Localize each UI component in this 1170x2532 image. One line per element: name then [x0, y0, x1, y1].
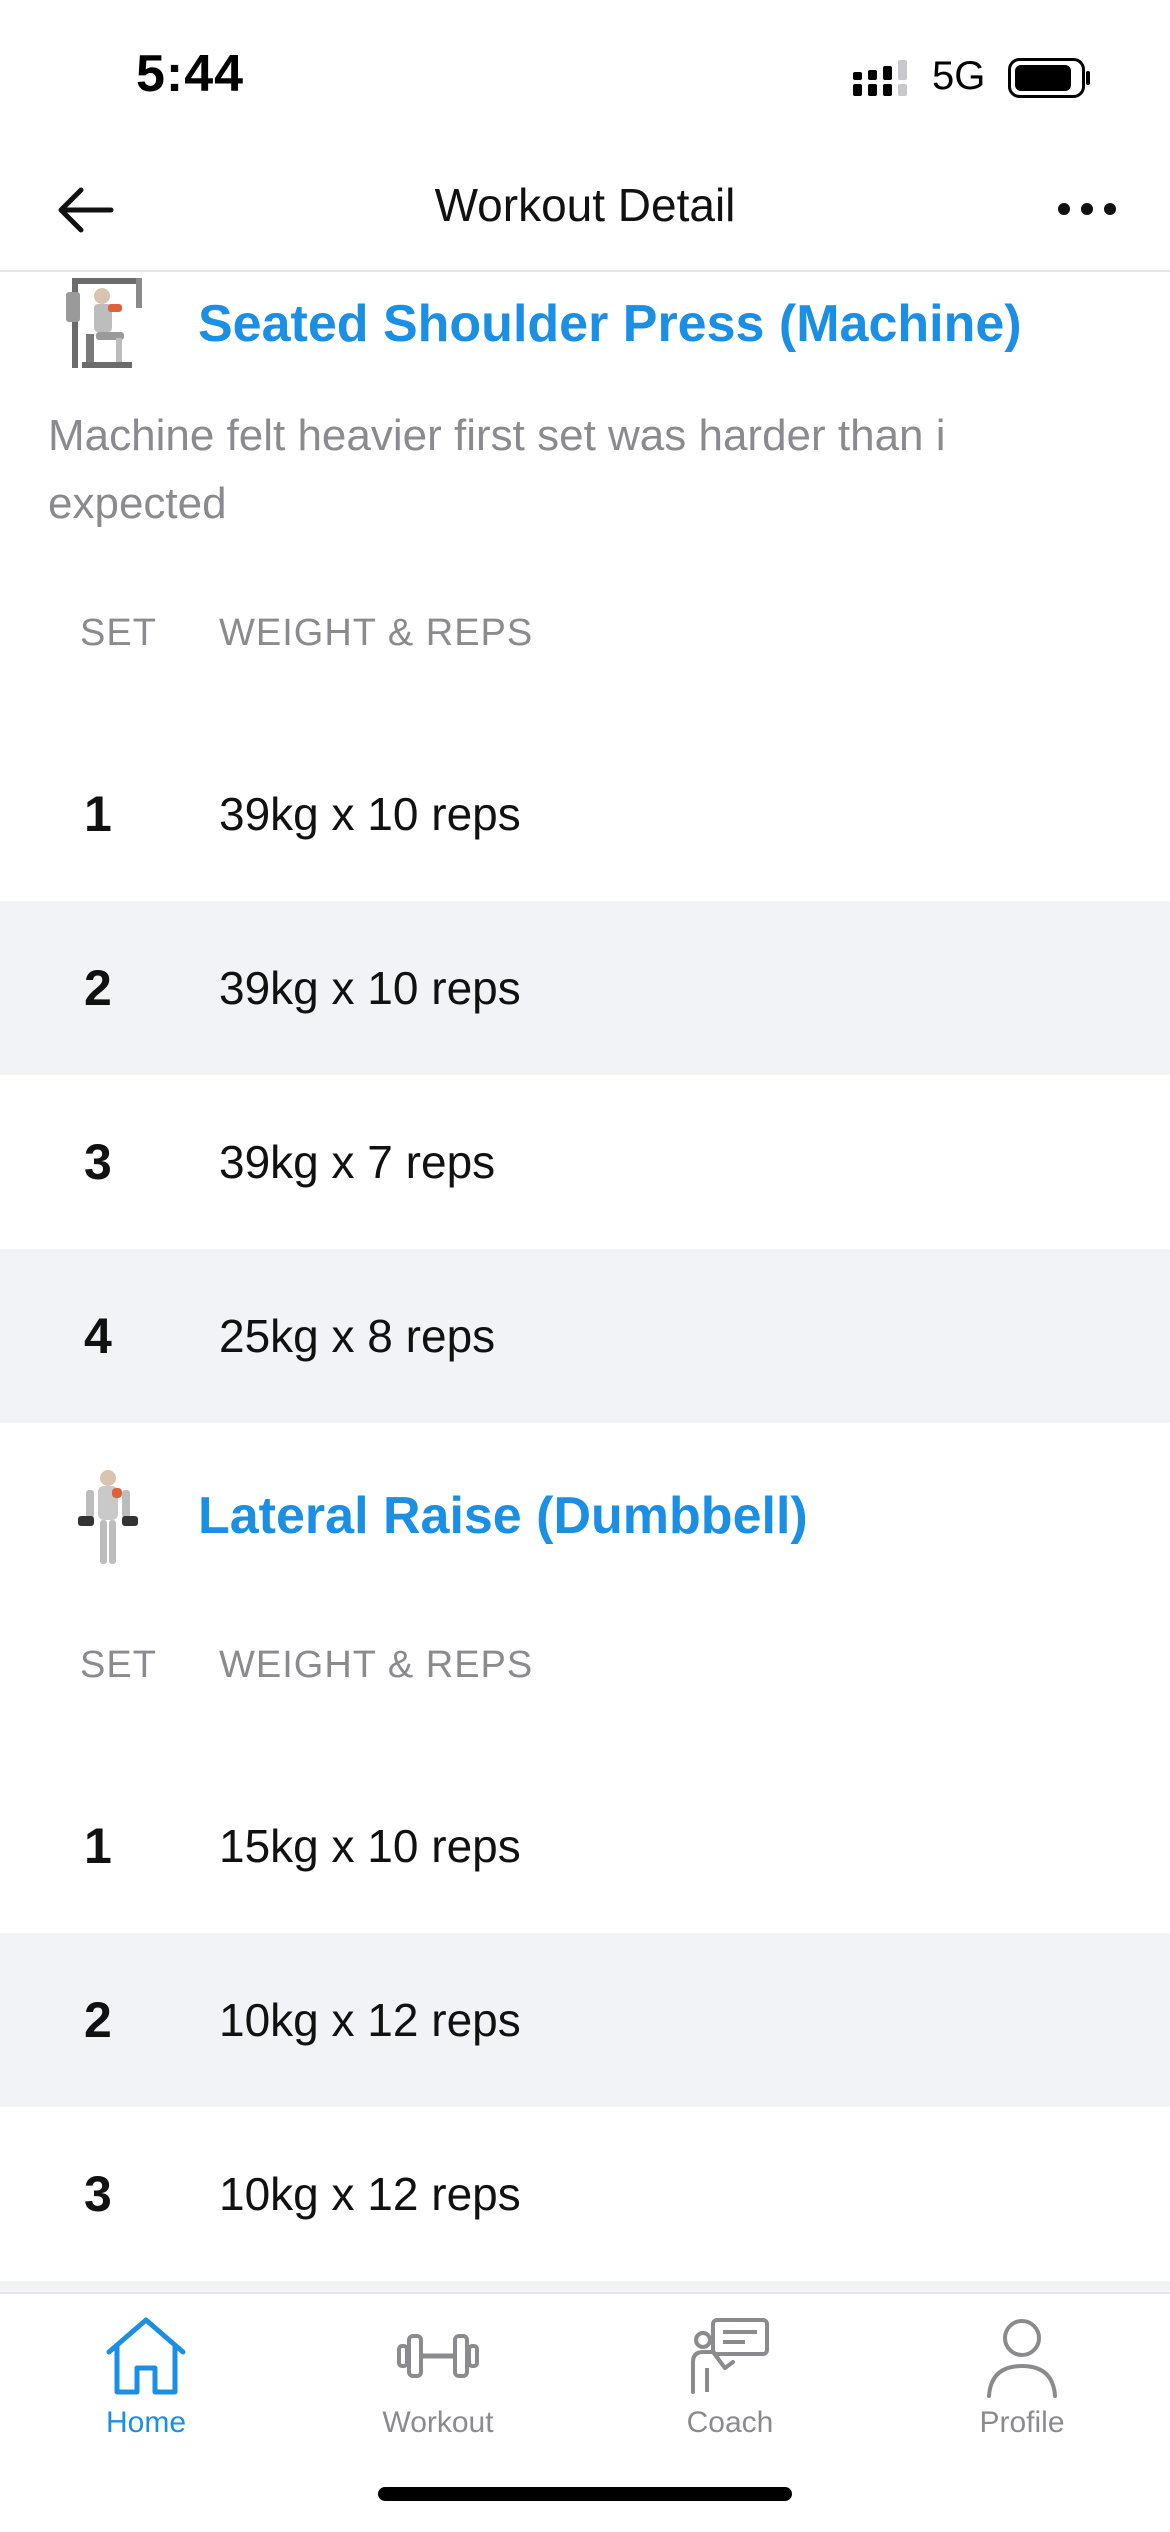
ellipsis-icon — [1058, 203, 1116, 215]
home-icon — [106, 2317, 186, 2395]
lateral-raise-dumbbell-icon — [78, 1470, 138, 1564]
more-options-button[interactable] — [1050, 184, 1124, 234]
set-number: 3 — [84, 2166, 112, 2222]
workout-content[interactable]: Seated Shoulder Press (Machine) Machine … — [0, 272, 1170, 2292]
tab-coach-label: Coach — [686, 2406, 774, 2439]
set-number: 2 — [84, 960, 112, 1016]
set-row: 4 25kg x 8 reps — [0, 1249, 1170, 1423]
set-row: 2 39kg x 10 reps — [0, 901, 1170, 1075]
set-column-headers: SET WEIGHT & REPS — [0, 1644, 1170, 1704]
exercise-title[interactable]: Seated Shoulder Press (Machine) — [198, 294, 1022, 354]
network-label: 5G — [932, 54, 986, 98]
dumbbell-icon — [397, 2334, 479, 2378]
shoulder-press-machine-icon — [66, 278, 142, 368]
tab-profile[interactable]: Profile — [922, 2312, 1122, 2452]
exercise-header[interactable]: Seated Shoulder Press (Machine) — [0, 272, 1170, 382]
set-number: 1 — [84, 786, 112, 842]
set-number: 1 — [84, 1818, 112, 1874]
status-bar: 5:44 5G — [0, 0, 1170, 150]
tab-workout-label: Workout — [382, 2406, 494, 2439]
set-column-header: SET — [80, 612, 157, 654]
exercise-note: Machine felt heavier first set was harde… — [48, 411, 946, 528]
set-column-header: SET — [80, 1644, 157, 1686]
weight-reps-column-header: WEIGHT & REPS — [219, 612, 534, 654]
set-weight-reps: 25kg x 8 reps — [219, 1310, 496, 1362]
tab-workout[interactable]: Workout — [338, 2312, 538, 2452]
tab-home-label: Home — [105, 2406, 187, 2439]
set-weight-reps: 39kg x 10 reps — [219, 962, 521, 1014]
page-title: Workout Detail — [434, 179, 736, 231]
coach-icon — [691, 2318, 769, 2394]
person-icon — [987, 2319, 1057, 2398]
set-weight-reps: 10kg x 12 reps — [219, 2168, 521, 2220]
set-number: 3 — [84, 1134, 112, 1190]
set-row: 3 39kg x 7 reps — [0, 1075, 1170, 1249]
weight-reps-column-header: WEIGHT & REPS — [219, 1644, 534, 1686]
signal-bars-icon — [853, 60, 907, 96]
tab-profile-label: Profile — [979, 2406, 1065, 2439]
set-row: 2 10kg x 12 reps — [0, 1933, 1170, 2107]
status-time: 5:44 — [136, 45, 245, 103]
set-number: 4 — [84, 1308, 112, 1364]
set-weight-reps: 10kg x 12 reps — [219, 1994, 521, 2046]
battery-icon — [1008, 58, 1090, 98]
exercise-header[interactable]: Lateral Raise (Dumbbell) — [0, 1466, 1170, 1576]
set-weight-reps: 39kg x 7 reps — [219, 1136, 496, 1188]
set-row: 3 10kg x 12 reps — [0, 2107, 1170, 2281]
set-row: 1 39kg x 10 reps — [0, 727, 1170, 901]
tab-coach[interactable]: Coach — [630, 2312, 830, 2452]
tab-home[interactable]: Home — [46, 2312, 246, 2452]
set-weight-reps: 39kg x 10 reps — [219, 788, 521, 840]
set-row-partial — [0, 2281, 1170, 2292]
set-weight-reps: 15kg x 10 reps — [219, 1820, 521, 1872]
exercise-title[interactable]: Lateral Raise (Dumbbell) — [198, 1486, 808, 1546]
nav-header: Workout Detail — [0, 150, 1170, 272]
workout-detail-screen: 5:44 5G Workout Detail Seated Shoulder P… — [0, 0, 1170, 2532]
home-indicator[interactable] — [378, 2487, 792, 2501]
set-number: 2 — [84, 1992, 112, 2048]
set-row: 1 15kg x 10 reps — [0, 1759, 1170, 1933]
set-column-headers: SET WEIGHT & REPS — [0, 612, 1170, 672]
